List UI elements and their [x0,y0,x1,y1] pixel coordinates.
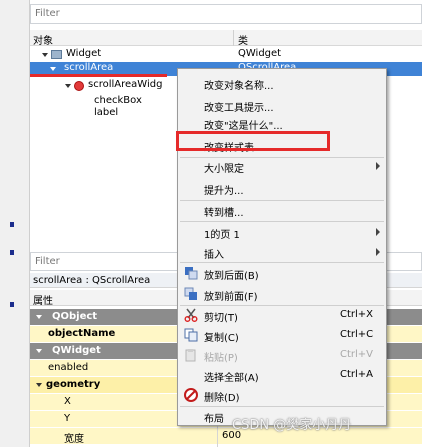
tree-item-name: checkBox [94,95,142,106]
send-to-back-icon [185,267,198,280]
expand-arrow-icon[interactable] [36,315,42,319]
property-name: 宽度 [64,434,84,445]
menu-item-bring-to-front[interactable]: 放到前面(F) [178,284,386,304]
object-tree-header: 对象 类 [30,30,422,47]
menu-item-size-constraints[interactable]: 大小限定 [178,156,386,176]
scroll-area-widget-icon [74,81,84,91]
menu-item-delete[interactable]: 删除(D) [178,385,386,405]
submenu-arrow-icon [376,228,380,236]
left-dock-strip [0,0,30,447]
menu-item-change-object-name[interactable]: 改变对象名称... [178,73,386,93]
expand-arrow-icon[interactable] [65,84,71,88]
menu-item-paste[interactable]: 粘贴(P) Ctrl+V [178,345,386,365]
property-name: objectName [48,328,116,339]
tree-row-label[interactable]: label [30,107,178,121]
column-property-header[interactable]: 属性 [33,292,53,307]
copy-icon [184,328,198,342]
tree-item-name: Widget [66,48,102,59]
property-name: Y [64,413,71,424]
menu-item-copy[interactable]: 复制(C) Ctrl+C [178,325,386,345]
red-underline-annotation [30,74,167,77]
scissors-icon [184,308,198,322]
menu-item-send-to-back[interactable]: 放到后面(B) [178,263,386,283]
widget-icon [51,50,62,59]
red-highlight-box [176,131,330,151]
menu-item-change-tooltip[interactable]: 改变工具提示... [178,95,386,115]
tree-row-widget[interactable]: Widget QWidget [30,48,422,62]
property-name: geometry [46,379,101,390]
submenu-arrow-icon [376,248,380,256]
property-name: enabled [48,362,89,373]
menu-item-goto-slot[interactable]: 转到槽... [178,200,386,220]
property-name: X [64,396,71,407]
bring-to-front-icon [184,287,197,300]
property-row-width[interactable]: 宽度 600 [30,428,422,445]
expand-arrow-icon[interactable] [36,383,42,387]
expand-arrow-icon[interactable] [42,53,48,57]
tree-item-name: label [94,107,119,118]
tree-item-name: scrollArea [64,62,114,73]
tree-row-scrollareawidget[interactable]: scrollAreaWidg [30,79,178,93]
delete-icon [184,388,198,402]
column-class-header[interactable]: 类 [238,32,248,47]
column-object-header[interactable]: 对象 [33,32,53,47]
menu-item-change-whats-this[interactable]: 改变"这是什么"... [178,113,386,133]
menu-item-insert[interactable]: 插入 [178,242,386,262]
expand-arrow-icon[interactable] [36,349,42,353]
dock-marker [10,250,14,255]
paste-icon [185,349,196,362]
dock-marker [10,302,14,307]
context-menu: 改变对象名称... 改变工具提示... 改变"这是什么"... 改变样式表...… [177,68,387,426]
menu-item-select-all[interactable]: 选择全部(A) Ctrl+A [178,365,386,385]
expand-arrow-icon[interactable] [50,67,56,71]
category-label: QObject [52,311,98,322]
object-filter-input[interactable]: Filter [30,4,422,24]
menu-item-page[interactable]: 1的页 1 [178,222,386,242]
watermark: CSDN @樊家小丹丹 [232,418,352,433]
menu-item-promote-to[interactable]: 提升为... [178,178,386,198]
menu-item-cut[interactable]: 剪切(T) Ctrl+X [178,305,386,325]
tree-item-class: QWidget [238,48,282,59]
dock-marker [10,222,14,227]
tree-item-name: scrollAreaWidg [88,79,163,90]
category-label: QWidget [52,345,101,356]
submenu-arrow-icon [376,162,380,170]
